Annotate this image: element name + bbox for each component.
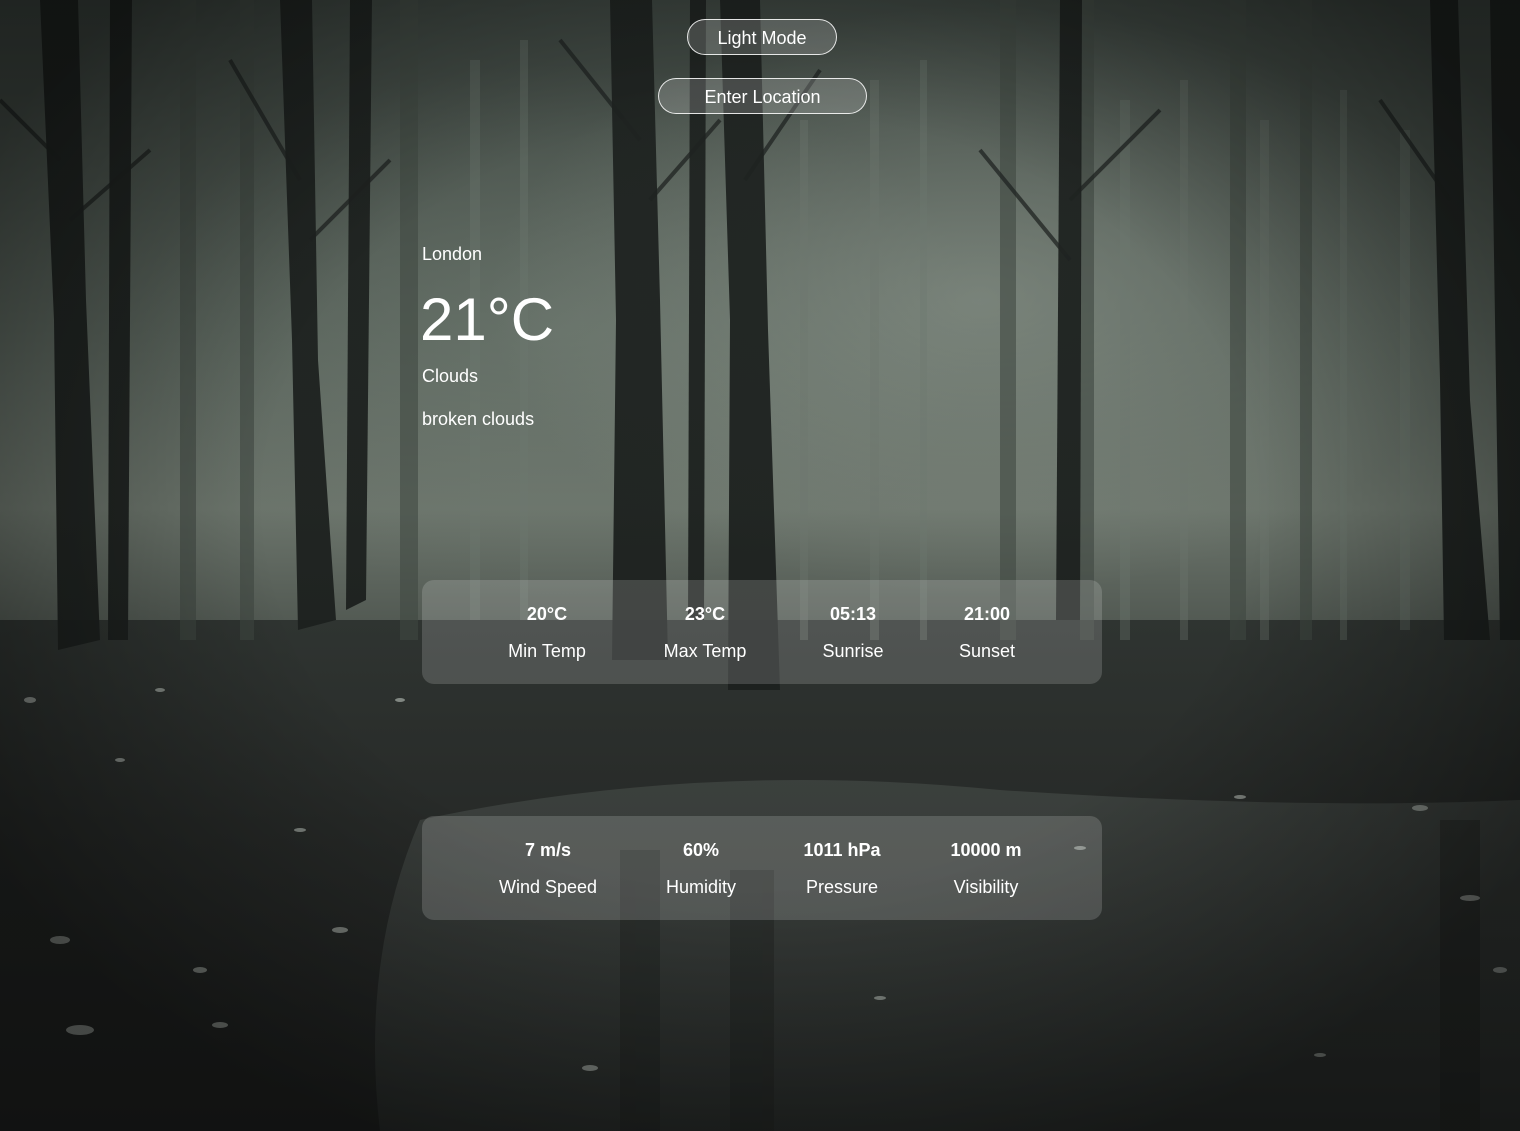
visibility-stat: 10000 m Visibility: [950, 816, 1021, 920]
weather-app: Light Mode Enter Location London 21°C Cl…: [0, 0, 1520, 1131]
sunrise-label: Sunrise: [822, 641, 884, 661]
visibility-value: 10000 m: [950, 840, 1022, 860]
visibility-label: Visibility: [953, 877, 1019, 897]
humidity-value: 60%: [682, 840, 720, 860]
humidity-stat: 60% Humidity: [666, 816, 736, 920]
weather-condition: Clouds: [422, 366, 479, 386]
current-weather: London 21°C Clouds broken clouds: [420, 240, 554, 429]
max-temp-stat: 23°C Max Temp: [664, 580, 747, 684]
wind-speed-stat: 7 m/s Wind Speed: [499, 816, 597, 920]
pressure-value: 1011 hPa: [803, 840, 881, 860]
pressure-stat: 1011 hPa Pressure: [803, 816, 880, 920]
wind-speed-value: 7 m/s: [524, 840, 572, 860]
humidity-label: Humidity: [665, 877, 737, 897]
city-name: London: [422, 244, 483, 264]
sunset-stat: 21:00 Sunset: [959, 580, 1015, 684]
sunset-label: Sunset: [958, 641, 1016, 661]
pressure-label: Pressure: [805, 877, 879, 897]
light-mode-toggle-button[interactable]: Light Mode: [687, 19, 837, 55]
forest-background-image: [0, 0, 1520, 1131]
max-temp-label: Max Temp: [663, 641, 747, 661]
conditions-panel: 7 m/s Wind Speed 60% Humidity 1011 hPa P…: [422, 816, 1102, 920]
max-temp-value: 23°C: [684, 604, 726, 624]
enter-location-button[interactable]: Enter Location: [658, 78, 867, 114]
min-temp-label: Min Temp: [508, 641, 586, 661]
current-temperature: 21°C: [420, 286, 555, 353]
sunset-value: 21:00: [963, 604, 1011, 624]
min-temp-stat: 20°C Min Temp: [508, 580, 586, 684]
temperature-sun-panel: 20°C Min Temp 23°C Max Temp 05:13 Sunris…: [422, 580, 1102, 684]
sunrise-value: 05:13: [829, 604, 877, 624]
sunrise-stat: 05:13 Sunrise: [822, 580, 883, 684]
wind-speed-label: Wind Speed: [498, 877, 598, 897]
min-temp-value: 20°C: [526, 604, 568, 624]
weather-description: broken clouds: [422, 409, 535, 429]
